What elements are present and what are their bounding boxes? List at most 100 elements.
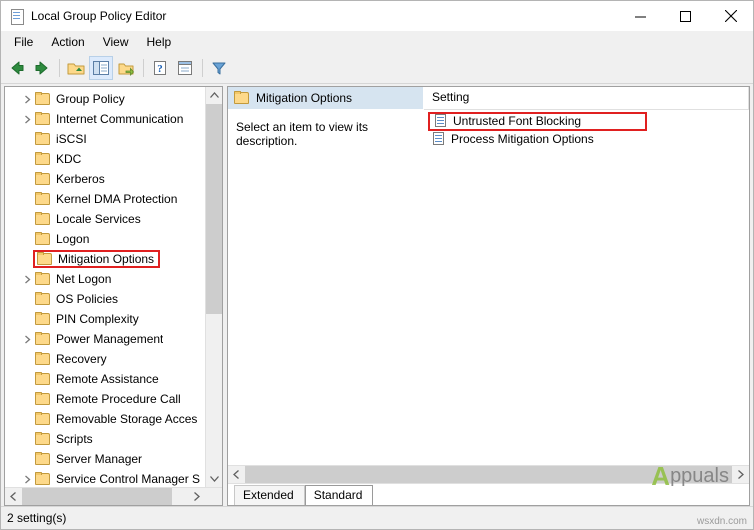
scroll-left-arrow-icon[interactable] bbox=[228, 466, 245, 483]
show-hide-tree-button[interactable] bbox=[89, 56, 113, 80]
details-horizontal-scrollbar[interactable] bbox=[228, 465, 749, 483]
menu-help[interactable]: Help bbox=[138, 32, 181, 52]
tree-item-label: iSCSI bbox=[56, 132, 87, 146]
toolbar: ? bbox=[1, 53, 753, 84]
column-header-setting[interactable]: Setting bbox=[424, 87, 749, 109]
minimize-button[interactable] bbox=[618, 1, 663, 31]
menu-view[interactable]: View bbox=[94, 32, 138, 52]
tab-extended[interactable]: Extended bbox=[234, 485, 305, 505]
details-header: Mitigation Options bbox=[228, 87, 423, 110]
tree-item-kerberos[interactable]: Kerberos bbox=[5, 169, 222, 189]
policy-setting-icon bbox=[434, 114, 448, 128]
folder-icon bbox=[35, 292, 51, 306]
scroll-right-arrow-icon[interactable] bbox=[188, 488, 205, 505]
console-tree[interactable]: Group Policy Internet Communication iSCS… bbox=[5, 87, 222, 487]
folder-icon bbox=[35, 472, 51, 486]
tree-item-server-manager[interactable]: Server Manager bbox=[5, 449, 222, 469]
properties-button[interactable] bbox=[173, 56, 197, 80]
export-list-button[interactable] bbox=[114, 56, 138, 80]
scroll-down-arrow-icon[interactable] bbox=[206, 470, 222, 487]
tree-item-removable-storage-access[interactable]: Removable Storage Acces bbox=[5, 409, 222, 429]
tree-item-kernel-dma-protection[interactable]: Kernel DMA Protection bbox=[5, 189, 222, 209]
toolbar-separator-3 bbox=[202, 59, 203, 77]
tree-item-net-logon[interactable]: Net Logon bbox=[5, 269, 222, 289]
scroll-up-arrow-icon[interactable] bbox=[206, 87, 222, 104]
folder-icon bbox=[35, 352, 51, 366]
chevron-right-icon[interactable] bbox=[19, 111, 35, 127]
tab-standard[interactable]: Standard bbox=[304, 485, 374, 505]
forward-button[interactable] bbox=[30, 56, 54, 80]
tree-item-label: Locale Services bbox=[56, 212, 141, 226]
menu-action[interactable]: Action bbox=[42, 32, 93, 52]
tree-item-label: Removable Storage Acces bbox=[56, 412, 198, 426]
close-button[interactable] bbox=[708, 1, 753, 31]
toolbar-separator-2 bbox=[143, 59, 144, 77]
filter-button[interactable] bbox=[207, 56, 231, 80]
tree-item-locale-services[interactable]: Locale Services bbox=[5, 209, 222, 229]
tree-horizontal-scrollbar[interactable] bbox=[5, 487, 222, 505]
tree-item-iscsi[interactable]: iSCSI bbox=[5, 129, 222, 149]
tree-item-label: Scripts bbox=[56, 432, 93, 446]
tree-item-label: Server Manager bbox=[56, 452, 143, 466]
chevron-right-icon[interactable] bbox=[19, 331, 35, 347]
scroll-left-arrow-icon[interactable] bbox=[5, 488, 22, 505]
list-item-process-mitigation-options[interactable]: Process Mitigation Options bbox=[424, 130, 749, 148]
tree-item-label: OS Policies bbox=[56, 292, 119, 306]
folder-icon bbox=[35, 232, 51, 246]
folder-icon bbox=[234, 91, 250, 105]
tree-item-os-policies[interactable]: OS Policies bbox=[5, 289, 222, 309]
tree-item-label: Kerberos bbox=[56, 172, 105, 186]
tree-item-internet-communication[interactable]: Internet Communication bbox=[5, 109, 222, 129]
tree-item-service-control-manager-settings[interactable]: Service Control Manager S bbox=[5, 469, 222, 487]
list-item-untrusted-font-blocking[interactable]: Untrusted Font Blocking bbox=[428, 111, 749, 131]
policy-editor-icon bbox=[9, 8, 25, 25]
tree-scroll-thumb[interactable] bbox=[206, 104, 222, 314]
folder-icon bbox=[35, 372, 51, 386]
up-one-level-button[interactable] bbox=[64, 56, 88, 80]
tree-item-kdc[interactable]: KDC bbox=[5, 149, 222, 169]
tree-item-label: Internet Communication bbox=[56, 112, 184, 126]
tree-item-mitigation-options[interactable]: Mitigation Options bbox=[5, 249, 222, 269]
details-header-title: Mitigation Options bbox=[256, 91, 353, 105]
chevron-right-icon[interactable] bbox=[19, 91, 35, 107]
tree-item-recovery[interactable]: Recovery bbox=[5, 349, 222, 369]
tree-item-label: Recovery bbox=[56, 352, 107, 366]
scroll-right-arrow-icon[interactable] bbox=[732, 466, 749, 483]
maximize-button[interactable] bbox=[663, 1, 708, 31]
tree-item-logon[interactable]: Logon bbox=[5, 229, 222, 249]
tree-item-remote-procedure-call[interactable]: Remote Procedure Call bbox=[5, 389, 222, 409]
details-hscroll-thumb[interactable] bbox=[245, 466, 732, 483]
tree-item-group-policy[interactable]: Group Policy bbox=[5, 89, 222, 109]
folder-icon bbox=[35, 192, 51, 206]
details-pane: Mitigation Options Select an item to vie… bbox=[227, 86, 750, 506]
tree-item-scripts[interactable]: Scripts bbox=[5, 429, 222, 449]
menu-file[interactable]: File bbox=[5, 32, 42, 52]
title-bar: Local Group Policy Editor bbox=[1, 1, 753, 31]
tree-vertical-scrollbar[interactable] bbox=[205, 87, 222, 487]
settings-list[interactable]: Untrusted Font Blocking Process Mitigati… bbox=[424, 110, 749, 465]
details-content: Mitigation Options Select an item to vie… bbox=[228, 87, 749, 465]
menu-bar: File Action View Help bbox=[1, 31, 753, 53]
view-tabs: Extended Standard bbox=[228, 483, 749, 505]
tree-hscroll-thumb[interactable] bbox=[22, 488, 172, 505]
chevron-right-icon[interactable] bbox=[19, 271, 35, 287]
help-button[interactable]: ? bbox=[148, 56, 172, 80]
tree-item-label: Mitigation Options bbox=[58, 252, 155, 266]
back-button[interactable] bbox=[5, 56, 29, 80]
chevron-right-icon[interactable] bbox=[19, 471, 35, 487]
policy-setting-icon bbox=[432, 132, 446, 146]
tree-item-remote-assistance[interactable]: Remote Assistance bbox=[5, 369, 222, 389]
status-bar: 2 setting(s) wsxdn.com bbox=[1, 506, 753, 529]
tree-item-power-management[interactable]: Power Management bbox=[5, 329, 222, 349]
tree-item-label: Service Control Manager S bbox=[56, 472, 201, 486]
tree-item-pin-complexity[interactable]: PIN Complexity bbox=[5, 309, 222, 329]
